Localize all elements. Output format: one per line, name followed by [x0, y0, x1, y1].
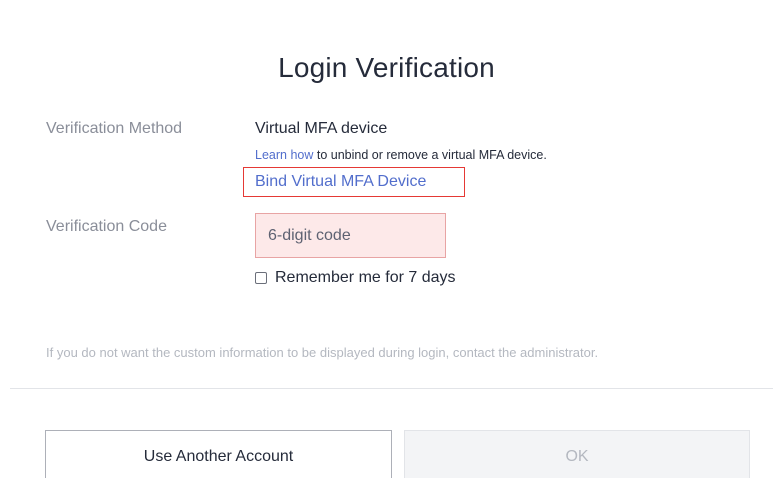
remember-me-option[interactable]: Remember me for 7 days	[255, 269, 456, 287]
learn-how-line: Learn how to unbind or remove a virtual …	[255, 148, 547, 162]
custom-info-notice: If you do not want the custom informatio…	[46, 345, 599, 360]
verification-code-input[interactable]	[255, 213, 446, 258]
learn-how-suffix: to unbind or remove a virtual MFA device…	[313, 148, 547, 162]
verification-method-value: Virtual MFA device	[255, 120, 388, 137]
login-verification-dialog: Login Verification Verification Method V…	[0, 0, 773, 478]
learn-how-link[interactable]: Learn how	[255, 148, 313, 162]
verification-method-label: Verification Method	[46, 120, 183, 137]
use-another-account-button[interactable]: Use Another Account	[45, 430, 392, 478]
verification-code-label: Verification Code	[46, 218, 167, 235]
bind-virtual-mfa-link[interactable]: Bind Virtual MFA Device	[243, 167, 465, 197]
ok-button[interactable]: OK	[404, 430, 750, 478]
remember-me-checkbox[interactable]	[255, 272, 267, 284]
divider	[10, 388, 773, 389]
remember-me-label: Remember me for 7 days	[275, 269, 456, 286]
page-title: Login Verification	[278, 52, 495, 83]
